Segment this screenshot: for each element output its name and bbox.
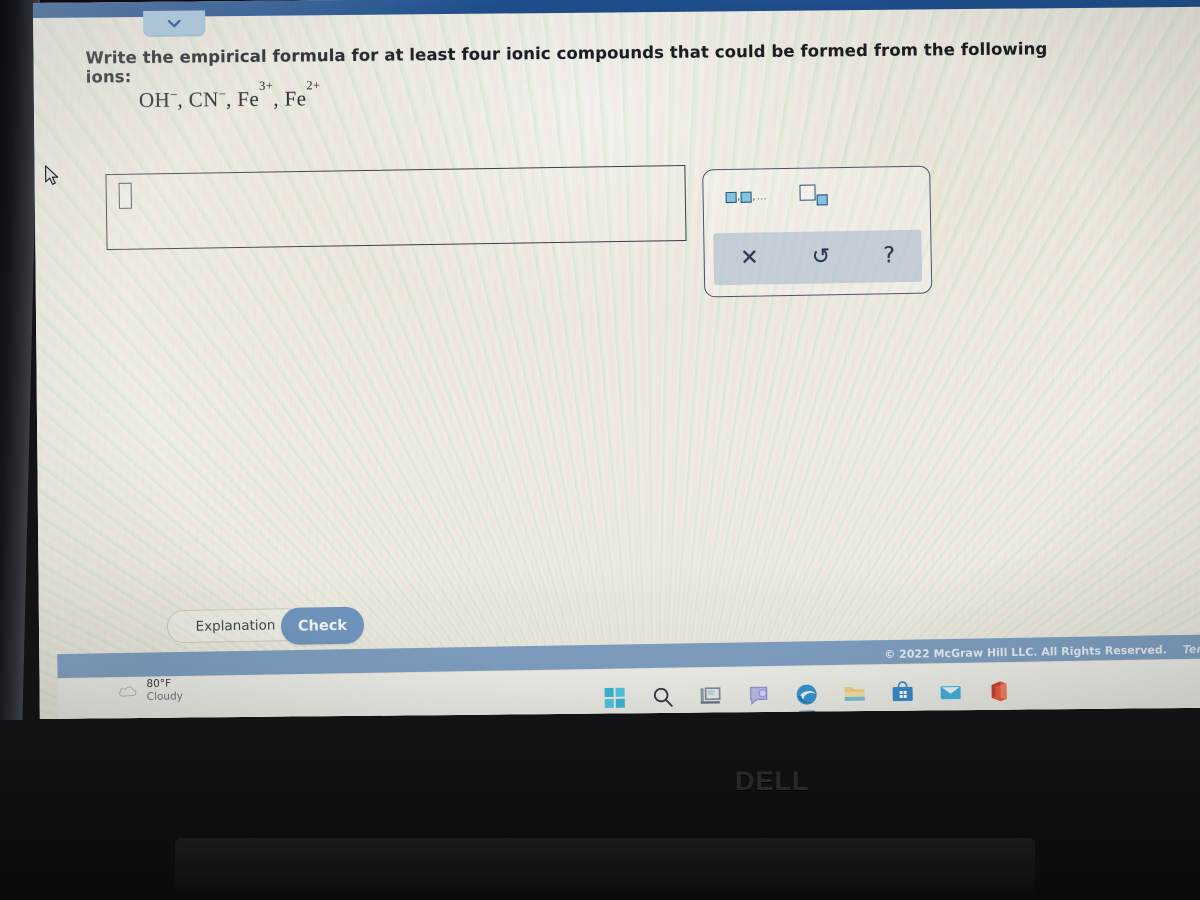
ion-1-symbol: CN xyxy=(188,87,219,112)
taskbar-weather-widget[interactable]: 80°F Cloudy xyxy=(117,677,183,704)
chevron-down-icon xyxy=(167,19,181,28)
square-outline-icon xyxy=(799,184,816,201)
dell-logo: DELL xyxy=(735,766,810,796)
laptop-screen: Write the empirical formula for at least… xyxy=(33,0,1200,719)
mail-button[interactable] xyxy=(938,680,962,704)
question-prompt: Write the empirical formula for at least… xyxy=(85,39,1048,87)
ion-sep-1: , xyxy=(225,87,238,112)
search-button[interactable] xyxy=(650,685,674,709)
windows-start-icon xyxy=(604,687,625,709)
ion-list: OH−, CN−, Fe3+, Fe2+ xyxy=(138,78,321,113)
task-view-button[interactable] xyxy=(698,684,722,708)
formula-toolbar-panel: , , ... ✕ ↺ ? xyxy=(702,165,933,298)
app-header-band xyxy=(33,0,1200,19)
mouse-cursor xyxy=(45,165,59,185)
list-of-formulas-button[interactable]: , , ... xyxy=(725,191,768,204)
ion-0-symbol: OH xyxy=(138,87,171,112)
mail-icon xyxy=(940,686,961,700)
laptop-photo: Write the empirical formula for at least… xyxy=(0,0,1200,900)
ion-3-symbol: Fe xyxy=(284,86,307,111)
edge-button[interactable] xyxy=(794,682,818,706)
ion-sep-0: , xyxy=(177,87,189,112)
ion-2-charge: 3+ xyxy=(258,78,274,94)
terms-link[interactable]: Terms of xyxy=(1183,642,1200,656)
ion-3-charge: 2+ xyxy=(306,78,321,93)
square-filled-icon xyxy=(725,191,737,204)
ion-2-symbol: Fe xyxy=(237,86,260,112)
microsoft-store-button[interactable] xyxy=(890,681,914,705)
ellipsis-glyph: ... xyxy=(756,192,768,203)
undo-button[interactable]: ↺ xyxy=(802,244,841,271)
formula-toolbar-actions: ✕ ↺ ? xyxy=(713,229,923,286)
page-content: Write the empirical formula for at least… xyxy=(33,0,1200,719)
task-view-icon xyxy=(700,687,721,704)
search-icon xyxy=(653,687,673,707)
weather-temperature: 80°F xyxy=(146,677,172,690)
weather-text: 80°F Cloudy xyxy=(146,677,183,704)
cloud-icon xyxy=(118,686,137,697)
laptop-deck xyxy=(175,838,1035,900)
check-button[interactable]: Check xyxy=(280,606,365,645)
subscript-button[interactable] xyxy=(799,184,828,206)
clear-button[interactable]: ✕ xyxy=(730,245,769,272)
ion-0-charge: − xyxy=(169,86,178,102)
office-button[interactable] xyxy=(986,679,1010,703)
square-filled-subscript-icon xyxy=(816,194,828,206)
formula-toolbar-top-row: , , ... xyxy=(703,167,930,233)
edge-browser-icon xyxy=(796,684,817,705)
store-icon xyxy=(892,681,913,702)
answer-input[interactable] xyxy=(105,164,687,251)
help-button[interactable]: ? xyxy=(873,243,905,270)
collapse-header-button[interactable] xyxy=(143,10,206,37)
file-explorer-button[interactable] xyxy=(842,682,866,706)
ion-sep-2: , xyxy=(273,86,285,111)
chat-button[interactable] xyxy=(746,683,770,707)
folder-icon xyxy=(844,686,865,701)
chat-icon xyxy=(749,686,768,705)
weather-condition: Cloudy xyxy=(146,690,184,704)
answer-placeholder-box xyxy=(118,182,132,209)
comma-glyph: , xyxy=(752,191,756,203)
ion-1-charge: − xyxy=(218,86,227,102)
square-filled-icon xyxy=(740,191,752,203)
start-button[interactable] xyxy=(603,686,627,710)
office-icon xyxy=(991,681,1007,702)
